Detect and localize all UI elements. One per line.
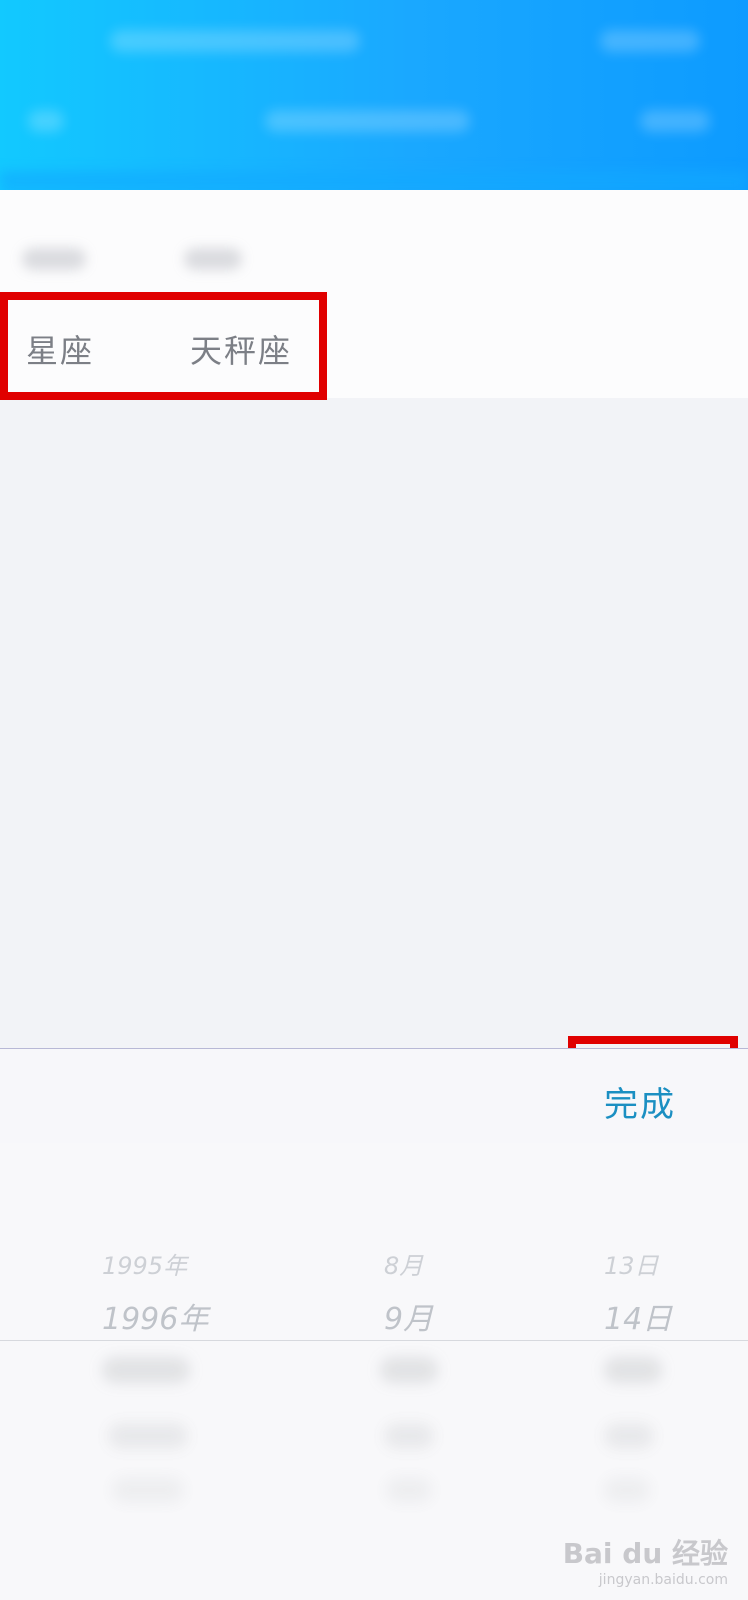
- picker-blur-row-1b: [380, 1357, 438, 1383]
- picker-year-current[interactable]: 1996年: [102, 1294, 208, 1338]
- back-icon[interactable]: [28, 110, 64, 132]
- header-status-text: [110, 30, 360, 52]
- header-status-right: [600, 30, 700, 52]
- picker-blur-row-2: [108, 1423, 188, 1449]
- picker-year-prev[interactable]: 1995年: [102, 1246, 187, 1281]
- highlight-constellation: [0, 292, 327, 400]
- picker-blur-row-3: [112, 1477, 184, 1503]
- picker-day-current[interactable]: 14日: [604, 1294, 672, 1338]
- picker-blur-row-1c: [604, 1357, 662, 1383]
- done-button[interactable]: 完成: [604, 1077, 676, 1126]
- age-value: [184, 248, 242, 270]
- picker-blur-row-3c: [604, 1477, 650, 1503]
- picker-month-prev[interactable]: 8月: [384, 1246, 423, 1281]
- picker-month-current[interactable]: 9月: [384, 1294, 433, 1338]
- picker-blur-row-2b: [384, 1423, 434, 1449]
- app-header: [0, 0, 748, 190]
- picker-selection-top: [0, 1340, 748, 1341]
- picker-toolbar: 完成: [0, 1048, 748, 1144]
- age-label: [22, 248, 86, 270]
- header-title: [265, 110, 470, 132]
- picker-blur-row-1: [102, 1357, 190, 1383]
- picker-blur-row-2c: [604, 1423, 654, 1449]
- header-save-button[interactable]: [640, 110, 710, 132]
- baidu-watermark: Bai du 经验 jingyan.baidu.com: [563, 1532, 728, 1588]
- watermark-url: jingyan.baidu.com: [598, 1572, 728, 1588]
- watermark-brand: Bai du 经验: [562, 1537, 728, 1570]
- picker-blur-row-3b: [386, 1477, 432, 1503]
- picker-day-prev[interactable]: 13日: [604, 1246, 659, 1281]
